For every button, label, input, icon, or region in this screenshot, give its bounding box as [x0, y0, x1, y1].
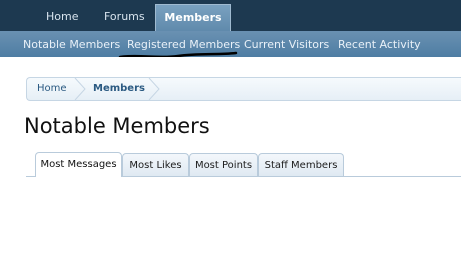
nav-tab-forums[interactable]: Forums [104, 0, 145, 31]
subnav-current-visitors[interactable]: Current Visitors [244, 31, 329, 57]
tab-staff-members[interactable]: Staff Members [258, 153, 344, 176]
breadcrumb-members[interactable]: Members [93, 78, 145, 100]
nav-tab-home[interactable]: Home [46, 0, 78, 31]
breadcrumb: Home Members [26, 77, 461, 101]
top-navigation-bar: Home Forums Members [0, 0, 461, 32]
nav-tab-members[interactable]: Members [155, 4, 231, 32]
tab-most-points[interactable]: Most Points [189, 153, 258, 176]
tab-most-likes[interactable]: Most Likes [122, 153, 189, 176]
breadcrumb-separator-icon [74, 78, 86, 100]
tab-most-messages[interactable]: Most Messages [35, 152, 122, 177]
breadcrumb-separator-icon [148, 78, 160, 100]
subnav-recent-activity[interactable]: Recent Activity [338, 31, 421, 57]
page-title: Notable Members [24, 114, 210, 138]
subnav-notable-members[interactable]: Notable Members [23, 31, 120, 57]
breadcrumb-home[interactable]: Home [37, 78, 67, 100]
